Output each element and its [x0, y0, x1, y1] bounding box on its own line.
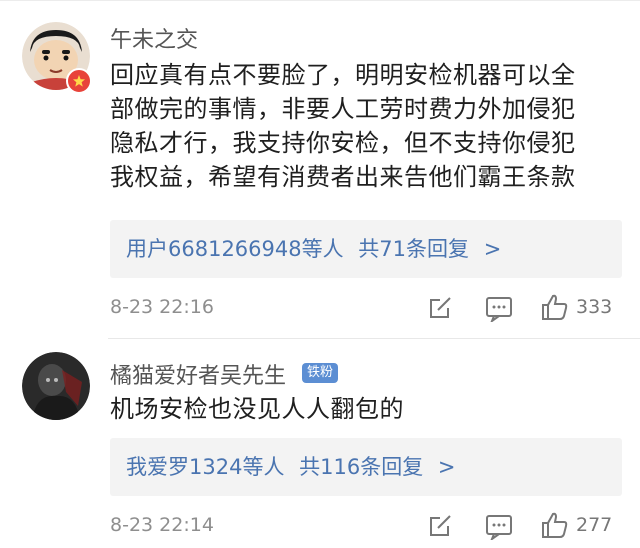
comment-text-line: 回应真有点不要脸了，明明安检机器可以全: [110, 61, 576, 89]
reply-summary-button[interactable]: 我爱罗1324等人 共116条回复 >: [110, 438, 622, 496]
comment-text-line: 机场安检也没见人人翻包的: [110, 395, 404, 423]
dark-photo-avatar-icon: [22, 352, 90, 420]
reply-users: 我爱罗1324等人: [126, 455, 285, 479]
comment-item: 橘猫爱好者吴先生 铁粉 机场安检也没见人人翻包的 我爱罗1324等人 共116条…: [0, 338, 640, 548]
red-star-badge-icon: [66, 68, 92, 94]
reply-count: 共116条回复: [299, 455, 424, 479]
comment-text: 机场安检也没见人人翻包的: [110, 392, 620, 426]
comment-text-line: 我权益，希望有消费者出来告他们霸王条款: [110, 163, 576, 191]
reply-count: 共71条回复: [358, 237, 470, 261]
share-icon: [430, 515, 451, 536]
comment-text-line: 部做完的事情，非要人工劳时费力外加侵犯: [110, 95, 576, 123]
thumbs-up-icon: [542, 294, 568, 320]
share-button[interactable]: [426, 512, 454, 540]
share-button[interactable]: [426, 294, 454, 322]
reply-summary-button[interactable]: 用户6681266948等人 共71条回复 >: [110, 220, 622, 278]
fan-badge: 铁粉: [302, 363, 339, 383]
comment-text: 回应真有点不要脸了，明明安检机器可以全 部做完的事情，非要人工劳时费力外加侵犯 …: [110, 58, 620, 194]
chevron-right-icon: >: [437, 455, 456, 479]
like-button[interactable]: 277: [540, 510, 612, 540]
comment-username[interactable]: 午未之交: [110, 22, 198, 54]
like-count: 277: [576, 514, 613, 536]
comment-icon: [486, 515, 512, 540]
user-avatar[interactable]: [22, 352, 90, 420]
comment-icon: [486, 297, 512, 322]
like-count: 333: [576, 296, 613, 318]
thumbs-up-icon: [542, 512, 568, 538]
comment-timestamp: 8-23 22:16: [110, 296, 214, 318]
comment-text-line: 隐私才行，我支持你安检，但不支持你侵犯: [110, 129, 576, 157]
comment-timestamp: 8-23 22:14: [110, 514, 214, 536]
comment-username[interactable]: 橘猫爱好者吴先生: [110, 358, 286, 390]
reply-users: 用户6681266948等人: [126, 237, 344, 261]
comment-button[interactable]: [484, 512, 514, 540]
like-button[interactable]: 333: [540, 292, 612, 322]
comment-button[interactable]: [484, 294, 514, 322]
comment-item: 午未之交 回应真有点不要脸了，明明安检机器可以全 部做完的事情，非要人工劳时费力…: [0, 0, 640, 338]
chevron-right-icon: >: [483, 237, 502, 261]
comment-divider: [108, 338, 640, 339]
share-icon: [430, 297, 451, 318]
